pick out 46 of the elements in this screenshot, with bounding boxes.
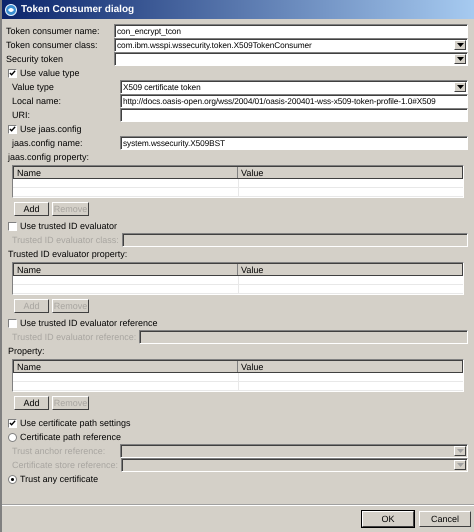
column-header[interactable]: Value bbox=[238, 264, 462, 275]
radio-button[interactable] bbox=[8, 474, 17, 484]
dialog-button[interactable]: Cancel bbox=[419, 511, 471, 527]
column-header[interactable]: Name bbox=[14, 264, 238, 275]
column-header[interactable]: Name bbox=[14, 361, 238, 372]
field-label: Security token bbox=[6, 54, 64, 64]
field-label: Token consumer name: bbox=[6, 26, 101, 36]
checkbox[interactable] bbox=[8, 318, 17, 328]
text-field[interactable]: system.wssecurity.X509BST bbox=[120, 136, 468, 150]
dropdown-arrow-icon[interactable] bbox=[454, 40, 466, 50]
checkbox-label: Use jaas.config bbox=[20, 124, 82, 134]
checkbox[interactable] bbox=[8, 68, 17, 78]
checkbox-label: Use trusted ID evaluator reference bbox=[20, 318, 158, 328]
field-label: Local name: bbox=[12, 96, 62, 106]
dropdown[interactable] bbox=[114, 52, 468, 66]
checkbox-label: Use trusted ID evaluator bbox=[20, 221, 118, 231]
table-button[interactable]: Add bbox=[14, 396, 49, 410]
checkbox[interactable] bbox=[8, 124, 17, 134]
text-field[interactable]: http://docs.oasis-open.org/wss/2004/01/oasis-200401-wss-x509-token-profile-1.0#X509 bbox=[120, 94, 468, 108]
checkbox[interactable] bbox=[8, 222, 17, 230]
dropdown-arrow-icon[interactable] bbox=[454, 82, 466, 92]
table-button[interactable]: Add bbox=[14, 202, 49, 216]
section-label: Property: bbox=[8, 346, 45, 356]
dialog-button[interactable]: OK bbox=[362, 511, 414, 527]
section-label: jaas.config property: bbox=[8, 152, 90, 162]
dropdown[interactable]: com.ibm.wsspi.wssecurity.token.X509TokenConsumer bbox=[114, 38, 468, 52]
text-field[interactable]: con_encrypt_tcon bbox=[114, 24, 468, 38]
column-header[interactable]: Value bbox=[238, 361, 462, 372]
field-label: Value type bbox=[12, 82, 55, 92]
app-icon bbox=[5, 4, 17, 16]
dropdown[interactable]: X509 certificate token bbox=[120, 80, 468, 94]
column-header[interactable]: Name bbox=[14, 167, 238, 178]
field-label: jaas.config name: bbox=[12, 138, 84, 148]
text-field[interactable] bbox=[120, 108, 468, 122]
checkbox-label: Use value type bbox=[20, 68, 80, 78]
dropdown-arrow-icon[interactable] bbox=[454, 54, 466, 64]
column-header[interactable]: Value bbox=[238, 167, 462, 178]
radio-label: Certificate path reference bbox=[20, 432, 122, 442]
section-label: Trusted ID evaluator property: bbox=[8, 249, 128, 259]
field-label: URI: bbox=[12, 110, 31, 120]
radio-button[interactable] bbox=[8, 432, 17, 442]
field-label: Token consumer class: bbox=[6, 40, 99, 50]
checkbox-label: Use certificate path settings bbox=[20, 418, 131, 428]
window-title: Token Consumer dialog bbox=[21, 4, 134, 15]
radio-label: Trust any certificate bbox=[20, 474, 98, 484]
checkbox[interactable] bbox=[8, 418, 17, 428]
